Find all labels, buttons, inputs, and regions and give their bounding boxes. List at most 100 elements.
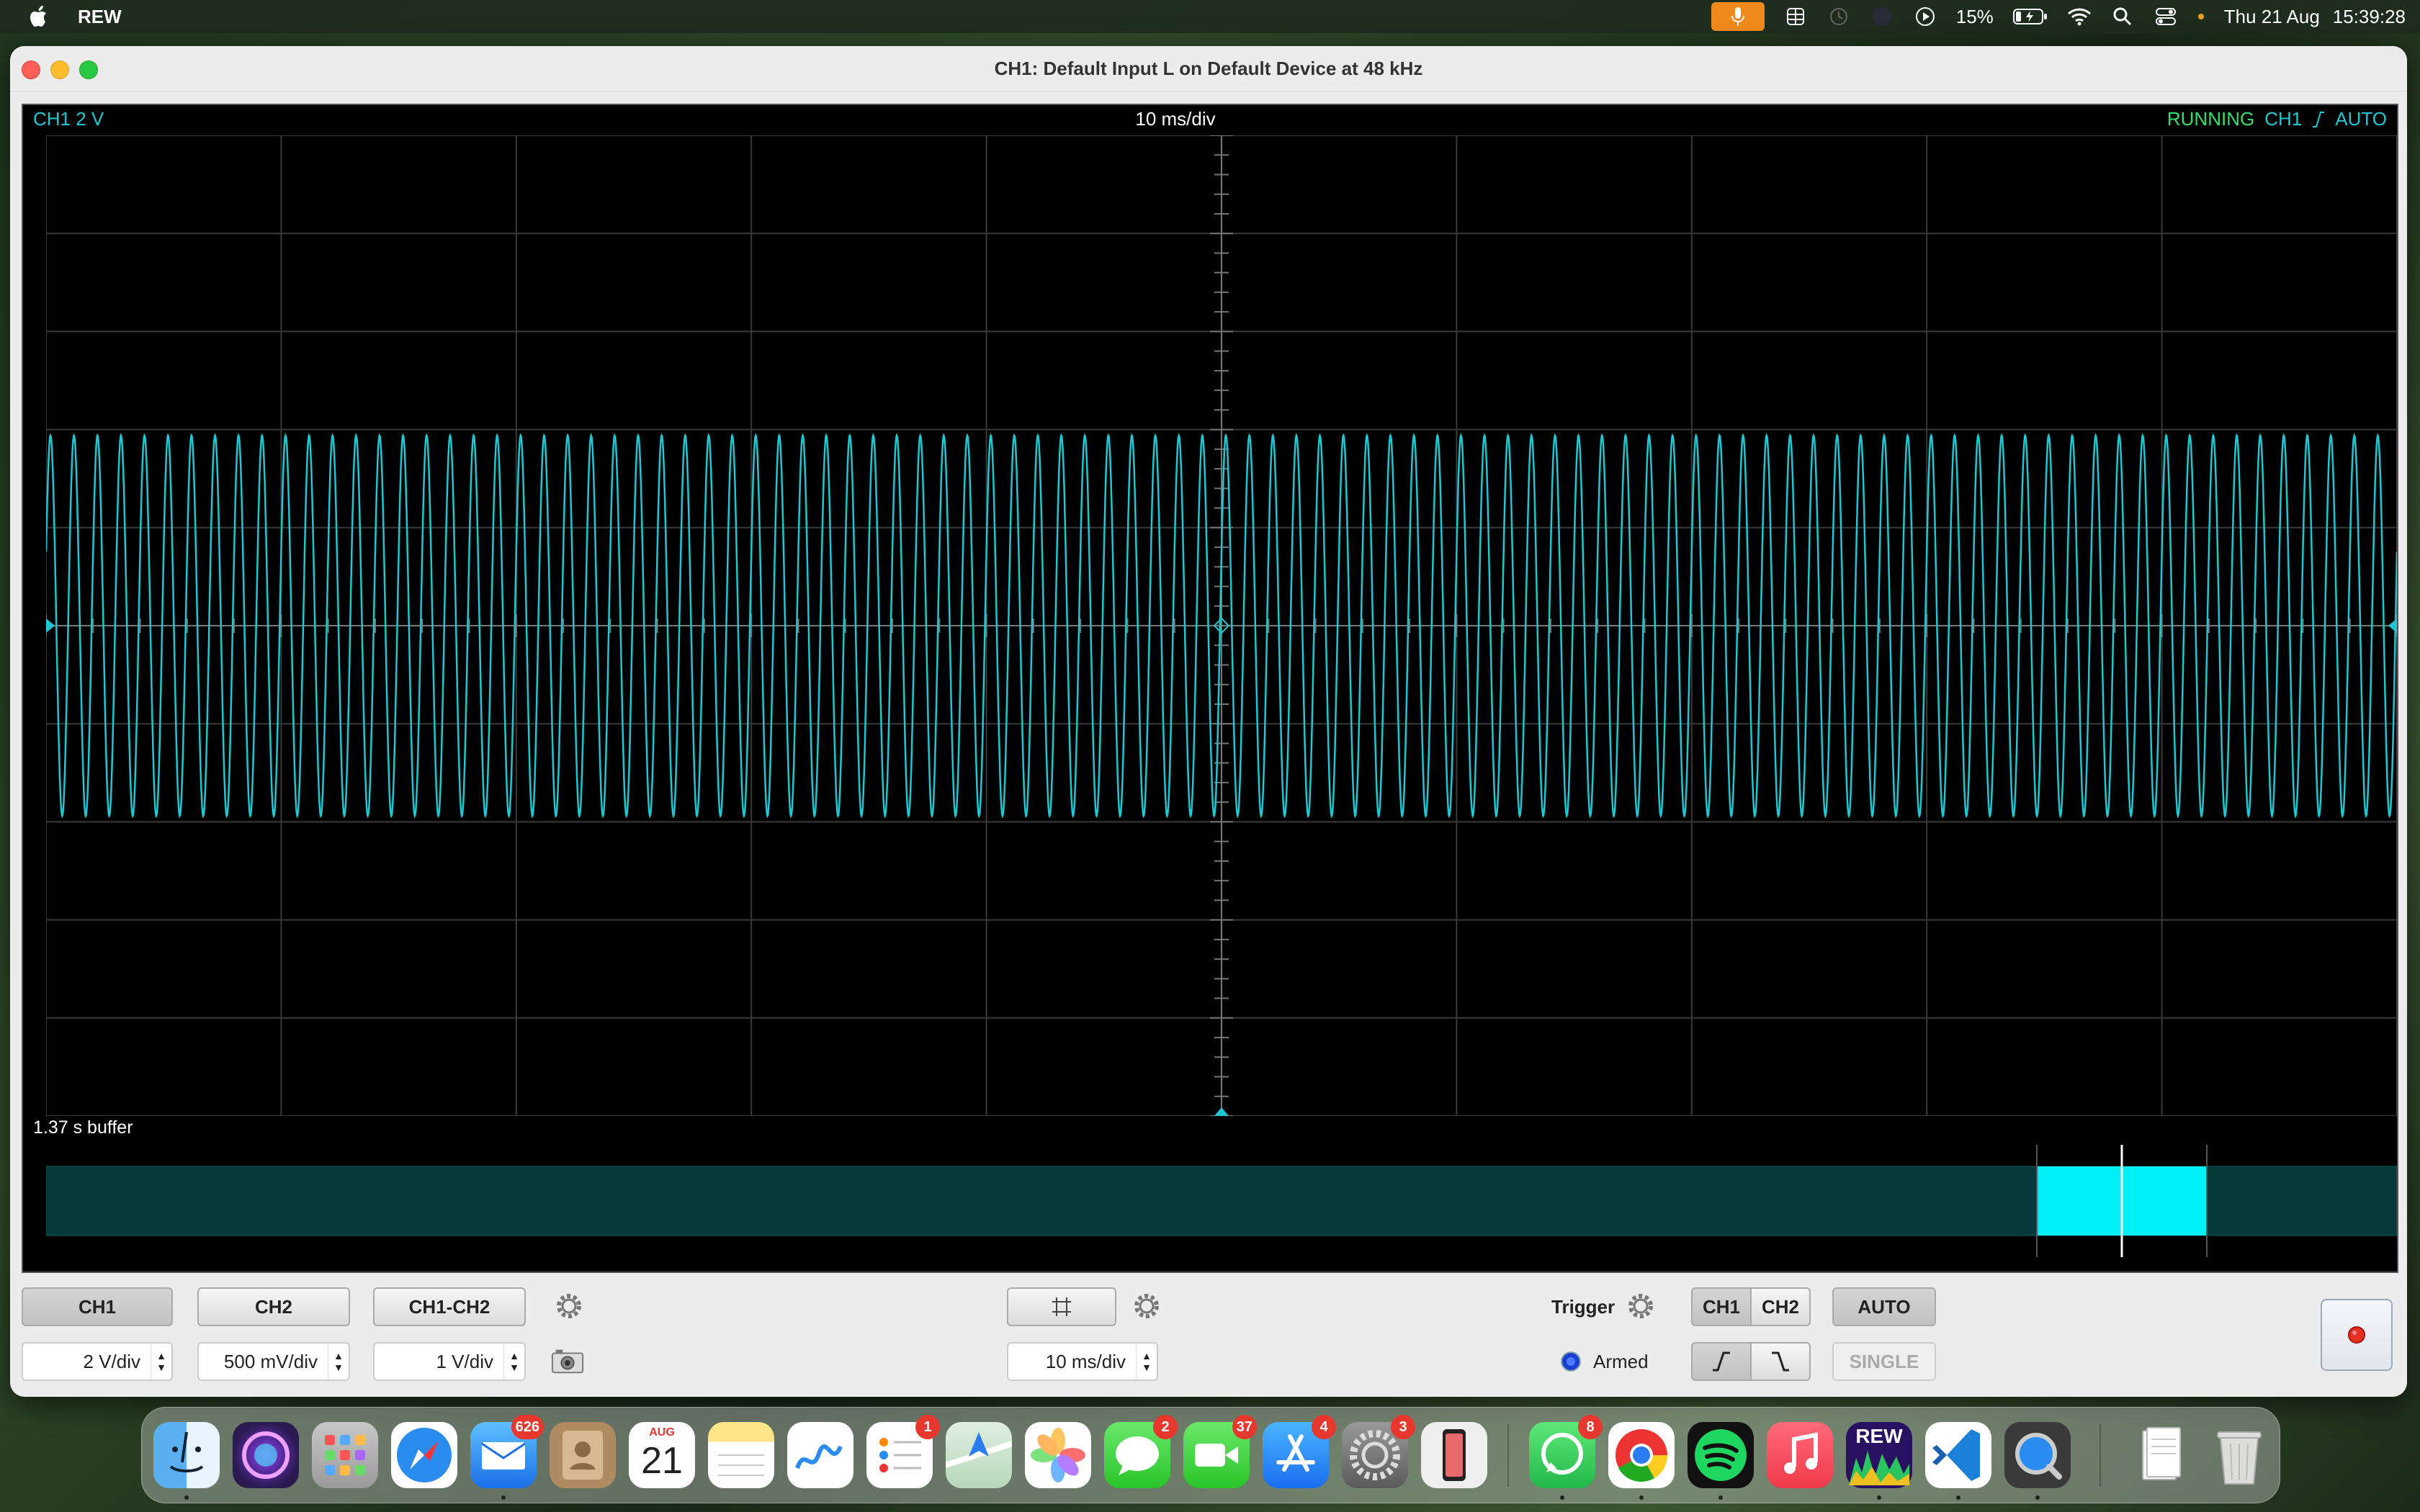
spotify-icon[interactable] [1688, 1422, 1754, 1488]
notes-icon[interactable] [708, 1422, 774, 1488]
ch1-button[interactable]: CH1 [22, 1287, 173, 1326]
facetime-badge: 37 [1232, 1415, 1257, 1439]
timebase-settings-gear-icon[interactable] [1129, 1289, 1164, 1323]
whatsapp-running-dot [1560, 1495, 1564, 1500]
armed-indicator-icon [1560, 1351, 1582, 1372]
menu-bar: REW 15% Thu 21 Aug 15:39:28 [0, 0, 2420, 33]
launchpad-icon[interactable] [312, 1422, 378, 1488]
vscode-running-dot [1956, 1495, 1960, 1500]
ch1-volts-per-div-stepper[interactable]: 2 V/div ▲ ▼ [22, 1342, 173, 1381]
system-settings-badge: 3 [1391, 1415, 1415, 1439]
user-icon[interactable] [1870, 6, 1894, 27]
control-center-icon[interactable] [2154, 6, 2178, 27]
rew-scope-window: CH1: Default Input L on Default Device a… [10, 46, 2407, 1397]
stepper-arrows-icon[interactable]: ▲ ▼ [328, 1344, 349, 1380]
freeform-icon[interactable] [787, 1422, 853, 1488]
dock-divider-2 [2099, 1423, 2101, 1487]
timebase-value: 10 ms/div [1045, 1350, 1126, 1372]
time-machine-icon[interactable] [1827, 6, 1851, 27]
apple-icon[interactable] [29, 5, 50, 28]
siri-icon[interactable] [233, 1422, 299, 1488]
diff-volts-per-div-stepper[interactable]: 1 V/div ▲ ▼ [373, 1342, 526, 1381]
grid-select-button[interactable] [1007, 1287, 1116, 1326]
messages-badge: 2 [1153, 1415, 1178, 1439]
now-playing-icon[interactable] [1913, 6, 1937, 27]
window-title: CH1: Default Input L on Default Device a… [994, 57, 1423, 79]
channel-scale-label: CH1 2 V [33, 108, 104, 130]
left-level-marker [46, 618, 55, 633]
finder-running-dot [184, 1495, 189, 1500]
reminders-icon[interactable]: 1 [866, 1415, 940, 1488]
scope-status-group: RUNNING CH1 AUTO [2167, 108, 2387, 130]
rew-app-icon[interactable]: REW [1846, 1422, 1912, 1488]
contacts-icon[interactable] [550, 1422, 616, 1488]
vpn-icon[interactable] [1783, 6, 1808, 27]
calendar-day: 21 [641, 1440, 683, 1482]
buffer-overview[interactable] [46, 1145, 2397, 1257]
trigger-mode-status: AUTO [2335, 108, 2387, 130]
maps-icon[interactable] [944, 1422, 1013, 1488]
zoom-window-button[interactable] [79, 60, 98, 79]
vscode-icon[interactable] [1925, 1422, 1991, 1488]
rising-edge-icon [2312, 111, 2325, 128]
stepper-arrows-icon[interactable]: ▲ ▼ [1136, 1344, 1157, 1380]
safari-icon[interactable] [391, 1422, 457, 1488]
calendar-icon[interactable]: AUG 21 [629, 1422, 695, 1488]
grid-icon [1049, 1295, 1074, 1319]
waveform-plot[interactable] [46, 135, 2397, 1116]
finder-icon[interactable] [153, 1422, 220, 1488]
running-status: RUNNING [2166, 108, 2255, 130]
channel-settings-gear-icon[interactable] [552, 1289, 586, 1323]
spotify-running-dot [1718, 1495, 1723, 1500]
scope-display: CH1 2 V 10 ms/div RUNNING CH1 AUTO 1.37 … [22, 104, 2398, 1273]
iphone-mirroring-icon[interactable] [1421, 1422, 1487, 1488]
armed-label: Armed [1593, 1351, 1649, 1372]
single-trigger-button[interactable]: SINGLE [1832, 1342, 1936, 1381]
ch2-button[interactable]: CH2 [197, 1287, 350, 1326]
app-store-icon[interactable]: 4 [1263, 1415, 1336, 1488]
whatsapp-icon[interactable]: 8 [1529, 1415, 1603, 1488]
music-icon[interactable] [1767, 1422, 1833, 1488]
microphone-icon[interactable] [1711, 2, 1765, 31]
trigger-label: Trigger [1551, 1296, 1615, 1318]
facetime-icon[interactable]: 37 [1183, 1415, 1257, 1488]
trigger-ch2-button[interactable]: CH2 [1750, 1287, 1811, 1326]
ch1-minus-ch2-button[interactable]: CH1-CH2 [373, 1287, 526, 1326]
battery-icon[interactable] [2012, 6, 2048, 27]
menu-time[interactable]: 15:39:28 [2333, 6, 2406, 28]
reminders-badge: 1 [915, 1415, 940, 1439]
rising-edge-button[interactable] [1691, 1342, 1752, 1381]
minimize-window-button[interactable] [50, 60, 69, 79]
stepper-arrows-icon[interactable]: ▲ ▼ [151, 1344, 171, 1380]
camera-icon[interactable] [550, 1344, 585, 1378]
title-bar[interactable]: CH1: Default Input L on Default Device a… [10, 46, 2407, 91]
falling-edge-button[interactable] [1750, 1342, 1811, 1381]
photos-icon[interactable] [1025, 1422, 1091, 1488]
ch2-volts-per-div-stepper[interactable]: 500 mV/div ▲ ▼ [197, 1342, 350, 1381]
trigger-auto-button[interactable]: AUTO [1832, 1287, 1936, 1326]
wifi-icon[interactable] [2067, 6, 2092, 27]
trigger-channel-status: CH1 [2264, 108, 2303, 130]
mail-running-dot [501, 1495, 506, 1500]
menu-date[interactable]: Thu 21 Aug [2224, 6, 2320, 28]
search-icon[interactable] [2110, 6, 2135, 27]
mail-icon[interactable]: 626 [470, 1415, 544, 1488]
right-level-marker [2388, 618, 2397, 633]
close-window-button[interactable] [22, 60, 40, 79]
stepper-arrows-icon[interactable]: ▲ ▼ [503, 1344, 524, 1380]
trigger-settings-gear-icon[interactable] [1623, 1289, 1658, 1323]
trash-icon[interactable] [2206, 1422, 2272, 1488]
timebase-stepper[interactable]: 10 ms/div ▲ ▼ [1007, 1342, 1158, 1381]
messages-icon[interactable]: 2 [1104, 1415, 1178, 1488]
app-name-menu[interactable]: REW [78, 6, 122, 28]
quicktime-icon[interactable] [2004, 1422, 2071, 1488]
ch1-vdiv-value: 2 V/div [83, 1350, 141, 1372]
chrome-icon[interactable] [1608, 1422, 1675, 1488]
notification-dot-icon [2197, 6, 2205, 27]
trigger-ch1-button[interactable]: CH1 [1691, 1287, 1752, 1326]
record-button[interactable] [2321, 1299, 2393, 1371]
dock-divider [1507, 1423, 1509, 1487]
downloads-stack-icon[interactable] [2127, 1422, 2193, 1488]
time-position-marker [1214, 1107, 1229, 1116]
system-settings-icon[interactable]: 3 [1342, 1415, 1415, 1488]
